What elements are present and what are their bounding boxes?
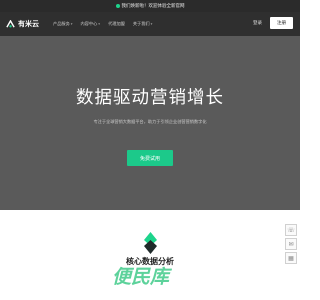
nav-item-label: 产品服务 [53,21,70,26]
phone-icon[interactable]: ☏ [285,224,297,236]
nav-item-label: 关于我们 [132,21,150,26]
nav-item-agency[interactable]: 代理加盟 [108,21,125,27]
data-section: 核心数据分析 ☏ ✉ ▦ 便民库 [0,210,300,300]
watermark-text: 便民库 [112,266,170,288]
announcement-icon [115,4,120,8]
hero-title: 数据驱动营销增长 [76,88,224,108]
signup-button[interactable]: 注册 [270,17,293,29]
free-trial-button[interactable]: 免费试用 [127,150,173,166]
logo-icon [6,19,15,28]
side-toolbar: ☏ ✉ ▦ [285,224,297,264]
chat-icon[interactable]: ✉ [285,238,297,250]
nav-item-about[interactable]: 关于我们 ▾ [133,21,153,27]
login-link[interactable]: 登录 [253,20,262,26]
chevron-down-icon: ▾ [150,22,153,26]
qrcode-icon[interactable]: ▦ [285,252,297,264]
announcement-bar[interactable]: 我们焕新啦！欢迎体验全新官网 [0,0,300,12]
nav-item-content[interactable]: 内容中心 ▾ [81,21,101,27]
chevron-down-icon: ▾ [98,22,101,26]
nav-item-label: 代理加盟 [108,21,125,26]
chevron-down-icon: ▾ [70,22,73,26]
hero-subtitle: 专注于全球营销大数据平台，助力于引领企业创营营销数字化 [93,119,207,124]
navbar: 有米云 产品服务 ▾ 内容中心 ▾ 代理加盟 关于我们 ▾ 登录 注册 [0,12,300,36]
nav-item-label: 内容中心 [80,21,98,26]
diamond-logo-icon [144,232,157,254]
logo[interactable]: 有米云 [6,19,39,29]
hero-banner: 数据驱动营销增长 专注于全球营销大数据平台，助力于引领企业创营营销数字化 免费试… [0,36,300,210]
brand-name: 有米云 [18,20,39,28]
announcement-text[interactable]: 我们焕新啦！欢迎体验全新官网 [122,3,185,9]
nav-item-products[interactable]: 产品服务 ▾ [53,21,73,27]
watermark: 便民库 [112,262,198,296]
